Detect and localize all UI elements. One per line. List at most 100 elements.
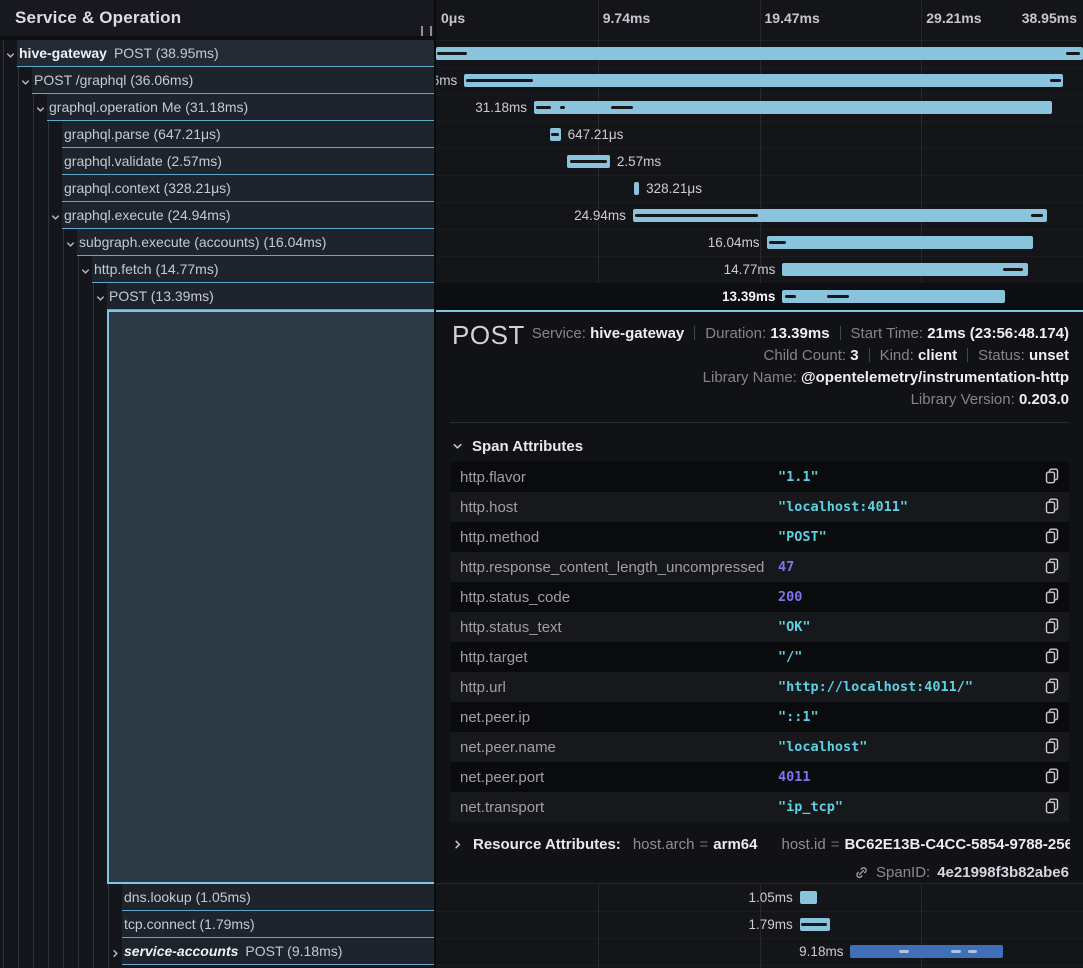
span-bar[interactable] <box>534 101 1052 114</box>
meta-key: Start Time: <box>851 325 928 342</box>
span-tree-row[interactable]: graphql.operation Me (31.18ms) <box>0 94 434 121</box>
span-tree-row[interactable]: graphql.context (328.21μs) <box>0 175 434 202</box>
copy-button[interactable] <box>1042 798 1062 816</box>
chevron-down-icon[interactable] <box>35 102 46 120</box>
meta-key: Status: <box>978 347 1029 364</box>
meta-key: Child Count: <box>764 347 851 364</box>
span-bar-row[interactable]: 14.77ms <box>436 256 1083 284</box>
column-resizer-grip[interactable] <box>421 26 432 36</box>
span-bar[interactable] <box>633 209 1047 222</box>
attribute-value: "http://localhost:4011/" <box>778 679 973 695</box>
chevron-right-icon[interactable] <box>110 946 121 964</box>
span-bar[interactable] <box>436 47 1083 60</box>
bar-subsegment <box>635 214 758 217</box>
copy-button[interactable] <box>1042 588 1062 606</box>
span-tree-row[interactable]: POST (13.39ms) <box>0 283 434 310</box>
span-tree-row[interactable]: graphql.execute (24.94ms) <box>0 202 434 229</box>
span-tree-row[interactable]: graphql.parse (647.21μs) <box>0 121 434 148</box>
span-bar[interactable] <box>567 155 610 168</box>
span-tree-row[interactable]: tcp.connect (1.79ms) <box>0 911 434 938</box>
span-bar-row[interactable]: 38.95ms <box>436 40 1083 68</box>
bar-subsegment <box>1066 52 1079 55</box>
copy-button[interactable] <box>1042 558 1062 576</box>
bar-subsegment <box>1003 268 1023 271</box>
span-bar[interactable] <box>800 891 817 904</box>
duration-label: 1.79ms <box>749 917 793 932</box>
span-tree-row[interactable]: service-accountsPOST (9.18ms) <box>0 938 434 965</box>
span-tree-row[interactable]: hive-gatewayPOST (38.95ms) <box>0 40 434 67</box>
chevron-down-icon[interactable] <box>80 264 91 282</box>
copy-icon <box>1045 502 1059 517</box>
copy-button[interactable] <box>1042 648 1062 666</box>
copy-button[interactable] <box>1042 498 1062 516</box>
chevron-down-icon[interactable] <box>20 75 31 93</box>
span-bar-row[interactable]: 1.79ms <box>436 911 1083 939</box>
span-bar[interactable] <box>850 945 1002 958</box>
bar-subsegment <box>437 52 467 55</box>
service-name: service-accounts <box>124 943 238 959</box>
operation-label: graphql.validate (2.57ms) <box>64 153 222 169</box>
copy-button[interactable] <box>1042 708 1062 726</box>
span-bar[interactable] <box>767 236 1033 249</box>
span-bar-row[interactable]: 24.94ms <box>436 202 1083 230</box>
attribute-row: net.transport"ip_tcp" <box>450 792 1069 822</box>
link-icon[interactable] <box>854 865 869 880</box>
operation-label: http.fetch (14.77ms) <box>94 261 219 277</box>
attribute-key: http.response_content_length_uncompresse… <box>460 559 764 576</box>
duration-label: 24.94ms <box>574 208 626 223</box>
span-bar[interactable] <box>550 128 561 141</box>
panel-divider[interactable] <box>434 0 436 968</box>
ruler-tick: 29.21ms <box>926 10 981 26</box>
span-bar-row[interactable]: 13.39ms <box>436 283 1083 311</box>
meta-separator <box>869 348 870 362</box>
span-bar[interactable] <box>782 263 1027 276</box>
attribute-row: http.status_code200 <box>450 582 1069 612</box>
operation-label: service-accountsPOST (9.18ms) <box>124 943 342 959</box>
copy-icon <box>1045 712 1059 727</box>
copy-button[interactable] <box>1042 738 1062 756</box>
span-bar[interactable] <box>634 182 639 195</box>
span-bar-row[interactable]: 9.18ms <box>436 938 1083 966</box>
copy-button[interactable] <box>1042 678 1062 696</box>
attribute-key: net.transport <box>460 799 544 816</box>
chevron-down-icon[interactable] <box>65 237 76 255</box>
span-bar-row[interactable]: 36.06ms <box>436 67 1083 95</box>
chevron-down-icon <box>452 441 463 452</box>
operation-label: tcp.connect (1.79ms) <box>124 916 255 932</box>
span-bar-row[interactable]: 1.05ms <box>436 884 1083 912</box>
resource-attributes-row[interactable]: Resource Attributes:host.arch=arm64host.… <box>452 836 1070 853</box>
bar-subsegment <box>611 106 633 109</box>
span-tree-row[interactable]: POST /graphql (36.06ms) <box>0 67 434 94</box>
resource-key: host.id <box>781 836 825 853</box>
span-bar[interactable] <box>782 290 1004 303</box>
chevron-down-icon[interactable] <box>50 210 61 228</box>
span-tree-row[interactable]: subgraph.execute (accounts) (16.04ms) <box>0 229 434 256</box>
duration-label: 14.77ms <box>724 262 776 277</box>
span-tree-row[interactable]: dns.lookup (1.05ms) <box>0 884 434 911</box>
attribute-row: net.peer.port4011 <box>450 762 1069 792</box>
bar-subsegment <box>899 950 909 953</box>
span-bar-row[interactable]: 31.18ms <box>436 94 1083 122</box>
span-bar-row[interactable]: 647.21μs <box>436 121 1083 149</box>
copy-button[interactable] <box>1042 468 1062 486</box>
chevron-down-icon[interactable] <box>95 291 106 309</box>
span-bar-row[interactable]: 2.57ms <box>436 148 1083 176</box>
operation-label: graphql.context (328.21μs) <box>64 180 231 196</box>
duration-label: 31.18ms <box>475 100 527 115</box>
span-attributes-toggle[interactable]: Span Attributes <box>452 438 583 455</box>
attribute-row: http.target"/" <box>450 642 1069 672</box>
copy-button[interactable] <box>1042 768 1062 786</box>
duration-label: 13.39ms <box>722 289 775 304</box>
copy-button[interactable] <box>1042 618 1062 636</box>
attribute-value: "OK" <box>778 619 811 635</box>
span-tree-row[interactable]: graphql.validate (2.57ms) <box>0 148 434 175</box>
span-detail-panel: POST Service: hive-gatewayDuration: 13.3… <box>436 310 1083 884</box>
copy-button[interactable] <box>1042 528 1062 546</box>
bar-subsegment <box>560 106 565 109</box>
chevron-down-icon[interactable] <box>5 48 16 66</box>
span-bar-row[interactable]: 328.21μs <box>436 175 1083 203</box>
span-tree-row[interactable]: http.fetch (14.77ms) <box>0 256 434 283</box>
span-bar[interactable] <box>800 918 830 931</box>
span-bar-row[interactable]: 16.04ms <box>436 229 1083 257</box>
span-bar[interactable] <box>464 74 1063 87</box>
